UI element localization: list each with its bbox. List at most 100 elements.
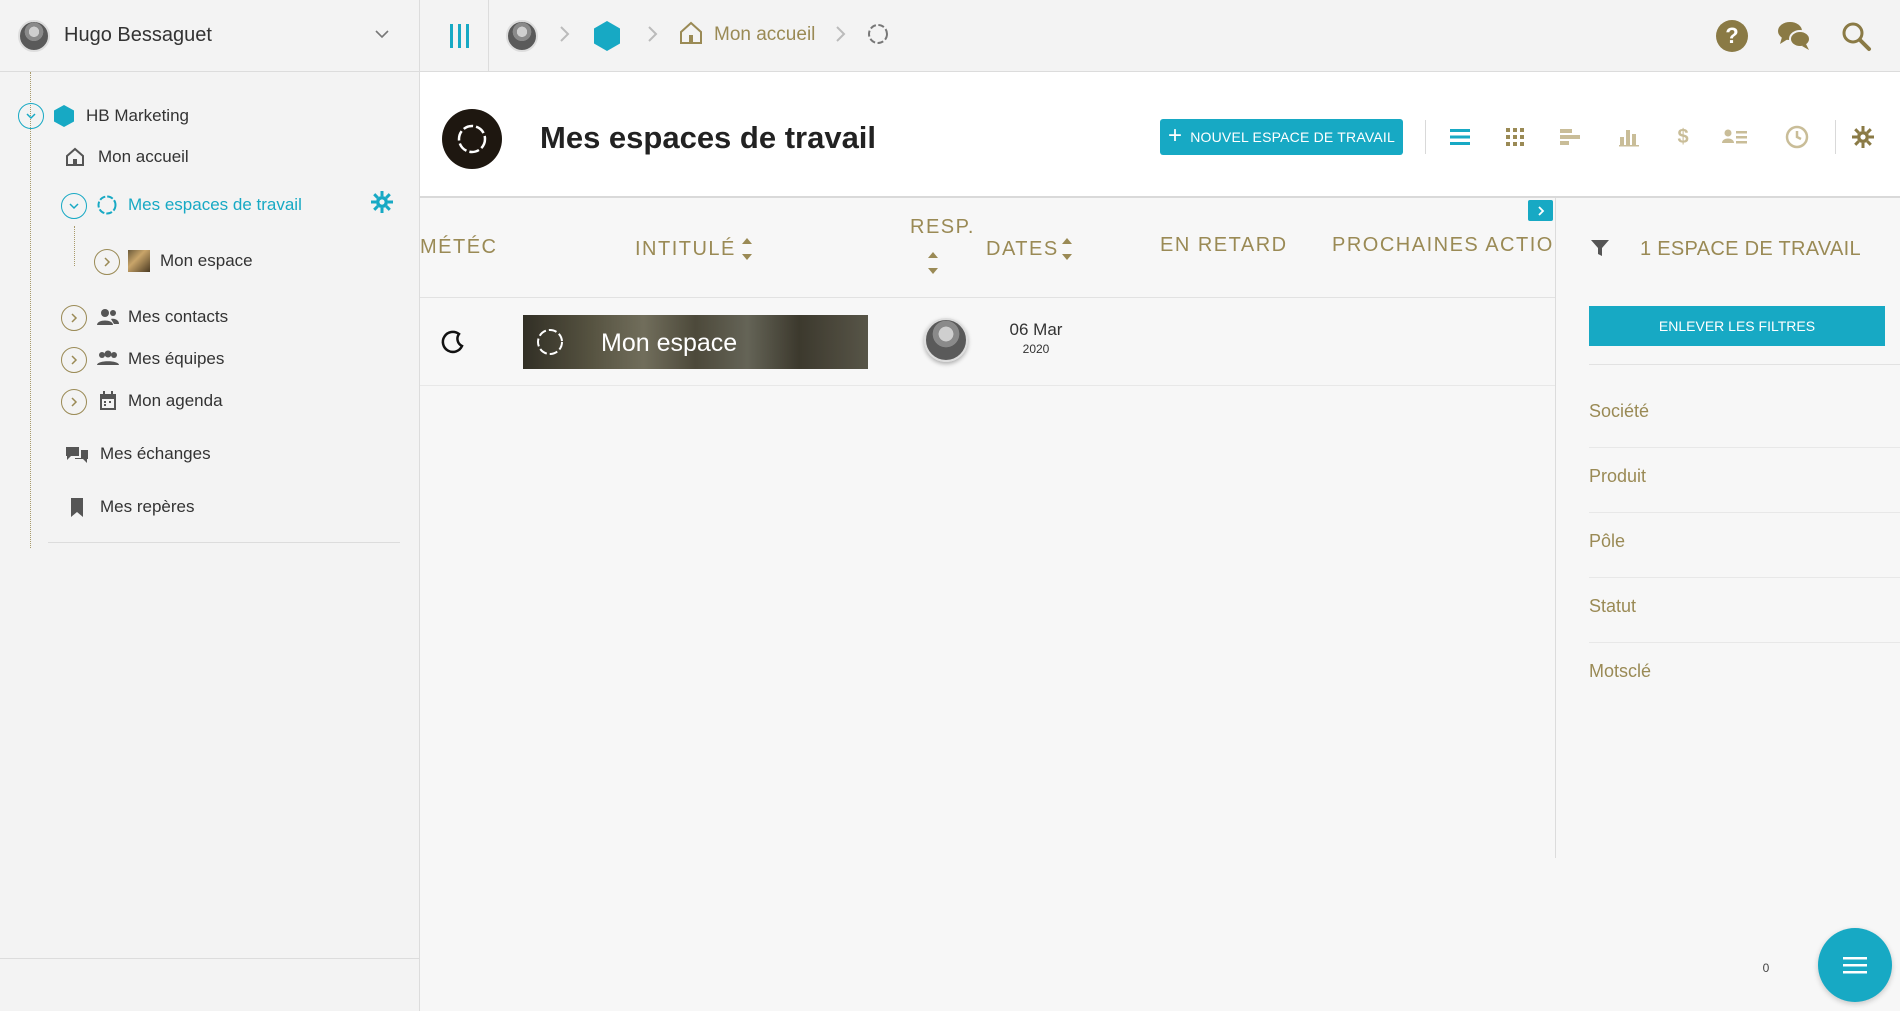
responsible-avatar[interactable] (924, 318, 968, 362)
collapse-workspaces-button[interactable] (61, 193, 87, 219)
teams-icon (97, 350, 119, 365)
bookmark-icon (71, 498, 83, 517)
sidebar-item-label: Mes échanges (100, 444, 211, 463)
chevron-right-icon (71, 355, 78, 365)
chevron-down-icon (26, 113, 36, 120)
result-count: 1 ESPACE DE TRAVAIL (1640, 238, 1861, 260)
column-header-resp[interactable]: RESP. (910, 216, 975, 239)
expand-columns-button[interactable] (1528, 200, 1553, 221)
filter-item-company[interactable]: Société (1589, 383, 1900, 448)
sidebar-item-agenda[interactable]: Mon agenda (98, 390, 223, 412)
sort-icon[interactable] (740, 234, 754, 264)
workspace-logo (442, 109, 502, 169)
ring-icon[interactable] (866, 22, 890, 46)
sidebar-divider (48, 542, 400, 543)
sidebar-item-teams[interactable]: Mes équipes (96, 348, 224, 370)
ring-icon (537, 329, 563, 355)
column-header-dates[interactable]: DATES (986, 238, 1059, 261)
sidebar-footer (0, 958, 420, 959)
chevron-right-icon (104, 257, 111, 267)
home-icon (66, 147, 84, 166)
gear-icon[interactable] (370, 190, 394, 214)
expand-my-space-button[interactable] (94, 249, 120, 275)
sidebar-item-label: Mes contacts (128, 307, 229, 326)
chevron-right-icon (560, 26, 570, 42)
svg-text:?: ? (1725, 23, 1738, 48)
fab-menu-button[interactable] (1818, 928, 1892, 1002)
sidebar-item-label: Mes équipes (128, 349, 225, 368)
sidebar-item-label: Mon agenda (128, 391, 223, 410)
sidebar-item-bookmarks[interactable]: Mes repères (68, 496, 194, 518)
workspace-table: MÉTÉC INTITULÉ RESP. DATES EN RETARD PRO… (420, 198, 1583, 858)
breadcrumb-home-link[interactable]: Mon accueil (714, 24, 815, 46)
clear-filters-button[interactable]: ENLEVER LES FILTRES (1589, 306, 1885, 346)
calendar-icon (100, 391, 116, 410)
sidebar-item-label: Mon accueil (98, 147, 189, 166)
bottom-area (420, 858, 1900, 1011)
sidebar-item-exchanges[interactable]: Mes échanges (64, 443, 211, 465)
help-icon[interactable]: ? (1714, 18, 1750, 54)
workspace-banner[interactable]: Mon espace (523, 315, 868, 369)
sidebar-item-home[interactable]: Mon accueil (64, 146, 189, 168)
filter-item-department[interactable]: Pôle (1589, 513, 1900, 578)
filter-item-status[interactable]: Statut (1589, 578, 1900, 643)
new-workspace-button[interactable]: + NOUVEL ESPACE DE TRAVAIL (1160, 119, 1403, 155)
page-header: Mes espaces de travail + NOUVEL ESPACE D… (420, 72, 1900, 198)
people-list-icon[interactable] (1722, 124, 1748, 150)
expand-teams-button[interactable] (61, 347, 87, 373)
tree-line (30, 72, 31, 548)
home-icon[interactable] (678, 20, 704, 46)
list-view-icon[interactable] (1447, 124, 1473, 150)
filter-icon (1591, 240, 1609, 256)
sidebar-item-label: Mes repères (100, 497, 195, 516)
column-header-next-actions[interactable]: PROCHAINES ACTIONS (1332, 234, 1585, 257)
chat-icon[interactable] (1776, 18, 1812, 54)
sidebar-item-contacts[interactable]: Mes contacts (96, 306, 228, 328)
hexagon-icon (54, 105, 74, 127)
sidebar-item-label: HB Marketing (86, 106, 189, 125)
divider (488, 0, 489, 72)
chevron-right-icon (648, 26, 658, 42)
chevron-down-icon (69, 203, 79, 210)
filter-item-product[interactable]: Produit (1589, 448, 1900, 513)
sort-icon[interactable] (926, 248, 940, 278)
filter-item-keyword[interactable]: Motsclé (1589, 643, 1900, 708)
contacts-icon (97, 309, 119, 325)
search-icon[interactable] (1838, 18, 1874, 54)
sidebar-item-org[interactable]: HB Marketing (52, 104, 189, 128)
menu-icon (1843, 957, 1867, 974)
expand-agenda-button[interactable] (61, 389, 87, 415)
menu-toggle-icon[interactable] (444, 20, 474, 52)
grid-view-icon[interactable] (1502, 124, 1528, 150)
filter-panel: 1 ESPACE DE TRAVAIL ENLEVER LES FILTRES … (1555, 198, 1900, 858)
chevron-down-icon[interactable] (372, 24, 392, 44)
clock-icon[interactable] (1784, 124, 1810, 150)
divider (1425, 120, 1426, 154)
dollar-icon[interactable]: $ (1670, 124, 1696, 150)
chart-view-icon[interactable] (1616, 124, 1642, 150)
ring-icon (97, 195, 117, 215)
user-avatar (18, 20, 50, 52)
breadcrumb-user-avatar[interactable] (506, 20, 538, 52)
collapse-org-button[interactable] (18, 103, 44, 129)
settings-icon[interactable] (1850, 124, 1876, 150)
chevron-right-icon (71, 313, 78, 323)
notification-count: 0 (1750, 952, 1782, 984)
hexagon-icon[interactable] (592, 20, 622, 52)
divider (1589, 364, 1900, 365)
column-header-meteo[interactable]: MÉTÉC (420, 236, 498, 259)
sidebar-item-my-space[interactable]: Mon espace (128, 250, 253, 272)
date-day: 06 Mar (1009, 320, 1063, 339)
chevron-right-icon (71, 397, 78, 407)
gantt-view-icon[interactable] (1557, 124, 1583, 150)
date-year: 2020 (1022, 342, 1050, 356)
sidebar-item-workspaces[interactable]: Mes espaces de travail (96, 194, 302, 216)
expand-contacts-button[interactable] (61, 305, 87, 331)
new-workspace-label: NOUVEL ESPACE DE TRAVAIL (1190, 129, 1395, 145)
user-header[interactable]: Hugo Bessaguet (0, 0, 420, 72)
table-row[interactable]: Mon espace 06 Mar 2020 (420, 298, 1555, 386)
column-header-title[interactable]: INTITULÉ (635, 238, 736, 261)
workspace-date: 06 Mar 2020 (988, 320, 1084, 356)
column-header-late[interactable]: EN RETARD (1160, 234, 1288, 257)
sort-icon[interactable] (1060, 234, 1074, 264)
